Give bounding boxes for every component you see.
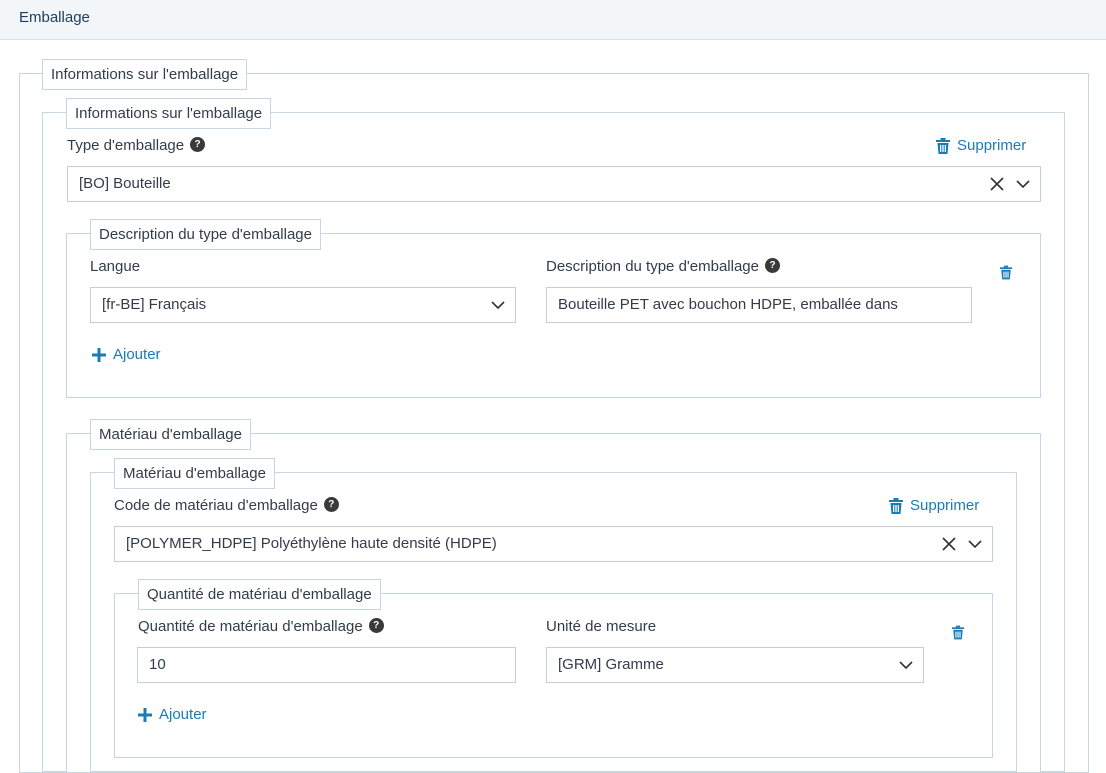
type-label: Type d'emballage? [67, 137, 206, 154]
select-controls [899, 648, 913, 682]
material-legend: Matériau d'emballage [90, 419, 251, 450]
language-value: [fr-BE] Français [102, 296, 207, 313]
trash-icon [936, 137, 950, 154]
description-legend: Description du type d'emballage [90, 219, 321, 250]
add-description-button[interactable]: Ajouter [92, 346, 161, 363]
question-circle-icon[interactable]: ? [323, 497, 339, 512]
trash-icon [1000, 265, 1012, 280]
material-code-label-text: Code de matériau d'emballage [114, 497, 318, 514]
type-label-text: Type d'emballage [67, 137, 185, 154]
description-value: Bouteille PET avec bouchon HDPE, emballé… [558, 296, 898, 313]
trash-icon [952, 625, 964, 640]
description-label: Description du type d'emballage? [546, 258, 780, 275]
packaging-type-select[interactable]: [BO] Bouteille [67, 166, 1041, 202]
packaging-type-value: [BO] Bouteille [79, 175, 171, 192]
plus-icon [138, 707, 152, 722]
page-title: Emballage [19, 9, 90, 26]
delete-material-button[interactable]: Supprimer [889, 497, 979, 514]
material-code-select[interactable]: [POLYMER_HDPE] Polyéthylène haute densit… [114, 526, 993, 562]
description-input[interactable]: Bouteille PET avec bouchon HDPE, emballé… [546, 287, 972, 323]
x-icon[interactable] [990, 177, 1004, 191]
chevron-down-icon[interactable] [491, 300, 505, 310]
language-select[interactable]: [fr-BE] Français [90, 287, 516, 323]
add-quantity-button[interactable]: Ajouter [138, 706, 207, 723]
material-code-label: Code de matériau d'emballage? [114, 497, 339, 514]
unit-label: Unité de mesure [546, 618, 657, 635]
quantity-input[interactable]: 10 [137, 647, 516, 683]
material-item-legend: Matériau d'emballage [114, 458, 275, 489]
quantity-label-text: Quantité de matériau d'emballage [138, 618, 363, 635]
quantity-label: Quantité de matériau d'emballage? [138, 618, 384, 635]
material-code-value: [POLYMER_HDPE] Polyéthylène haute densit… [126, 535, 497, 552]
select-controls [990, 167, 1030, 201]
question-circle-icon[interactable]: ? [190, 137, 206, 152]
quantity-value: 10 [149, 656, 166, 673]
chevron-down-icon[interactable] [899, 660, 913, 670]
page-header: Emballage [0, 0, 1106, 40]
x-icon[interactable] [942, 537, 956, 551]
delete-packaging-button[interactable]: Supprimer [936, 137, 1026, 154]
chevron-down-icon[interactable] [1016, 179, 1030, 189]
description-label-text: Description du type d'emballage [546, 258, 759, 275]
delete-description-button[interactable] [1000, 265, 1012, 280]
delete-quantity-button[interactable] [952, 625, 964, 640]
unit-select[interactable]: [GRM] Gramme [546, 647, 924, 683]
delete-packaging-label: Supprimer [957, 137, 1027, 154]
add-description-label: Ajouter [113, 346, 161, 363]
select-controls [942, 527, 982, 561]
info-legend: Informations sur l'emballage [66, 98, 272, 129]
trash-icon [889, 497, 903, 514]
question-circle-icon[interactable]: ? [368, 618, 384, 633]
add-quantity-label: Ajouter [159, 706, 207, 723]
outer-legend: Informations sur l'emballage [42, 59, 248, 90]
language-label: Langue [90, 258, 141, 275]
chevron-down-icon[interactable] [968, 539, 982, 549]
quantity-legend: Quantité de matériau d'emballage [138, 579, 381, 610]
unit-value: [GRM] Gramme [558, 656, 664, 673]
question-circle-icon[interactable]: ? [765, 258, 780, 273]
delete-material-label: Supprimer [910, 497, 980, 514]
select-controls [491, 288, 505, 322]
plus-icon [92, 347, 106, 362]
